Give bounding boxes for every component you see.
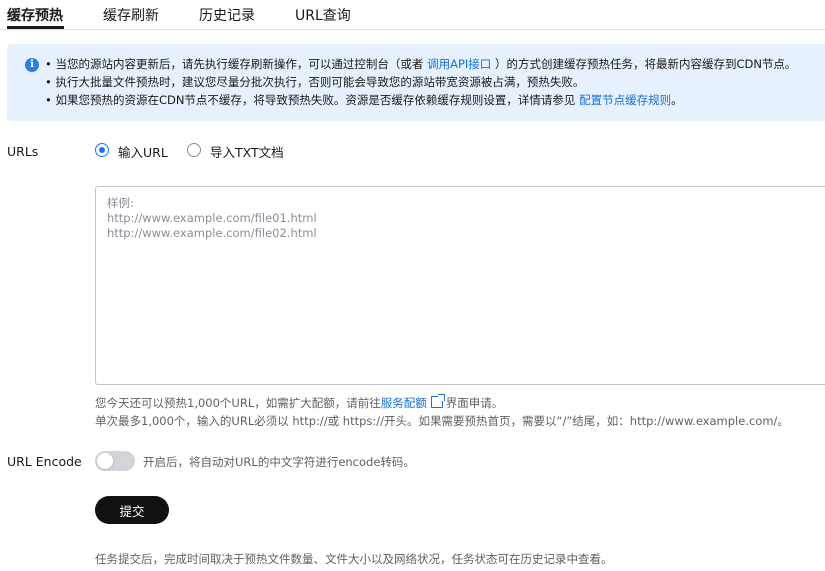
submit-button[interactable]: 提交 bbox=[95, 496, 169, 524]
url-encode-toggle[interactable] bbox=[95, 451, 135, 471]
toggle-knob bbox=[97, 453, 113, 469]
cdn-cache-preheat-page: 缓存预热 缓存刷新 历史记录 URL查询 i • 当您的源站内容更新后，请先执行… bbox=[0, 0, 825, 571]
tab-cache-preheat[interactable]: 缓存预热 bbox=[7, 5, 63, 25]
url-textarea[interactable] bbox=[95, 186, 825, 385]
url-format-hint: 单次最多1,000个，输入的URL必须以 http://或 https://开头… bbox=[95, 414, 789, 428]
task-note: 任务提交后，完成时间取决于预热文件数量、文件大小以及网络状况，任务状态可在历史记… bbox=[95, 552, 613, 566]
banner-line-2: • 执行大批量文件预热时，建议您尽量分批次执行，否则可能会导致您的源站带宽资源被… bbox=[45, 75, 585, 89]
banner-line-1: • 当您的源站内容更新后，请先执行缓存刷新操作，可以通过控制台（或者 调用API… bbox=[45, 56, 796, 72]
external-link-icon[interactable] bbox=[430, 394, 445, 408]
tab-history[interactable]: 历史记录 bbox=[199, 5, 255, 25]
tab-url-query[interactable]: URL查询 bbox=[295, 5, 351, 25]
tab-bar: 缓存预热 缓存刷新 历史记录 URL查询 bbox=[0, 0, 825, 30]
urls-label: URLs bbox=[7, 144, 39, 159]
banner-line-3-text: • 如果您预热的资源在CDN节点不缓存，将导致预热失败。资源是否缓存依赖缓存规则… bbox=[45, 93, 580, 107]
tab-cache-refresh[interactable]: 缓存刷新 bbox=[103, 5, 159, 25]
cache-rules-link[interactable]: 配置节点缓存规则 bbox=[579, 93, 671, 107]
banner-line-1-text: • 当您的源站内容更新后，请先执行缓存刷新操作，可以通过控制台（或者 bbox=[45, 57, 428, 71]
active-tab-indicator bbox=[7, 26, 64, 29]
url-encode-description: 开启后，将自动对URL的中文字符进行encode转码。 bbox=[143, 455, 415, 469]
quota-hint: 您今天还可以预热1,000个URL，如需扩大配额，请前往服务配额 界面申请。 bbox=[95, 394, 504, 411]
radio-import-txt-label: 导入TXT文档 bbox=[210, 145, 284, 160]
radio-unchecked-icon bbox=[187, 143, 201, 157]
banner-line-3-tail: 。 bbox=[671, 93, 683, 107]
url-encode-label: URL Encode bbox=[7, 454, 82, 469]
radio-checked-icon bbox=[95, 143, 109, 157]
quota-hint-text: 您今天还可以预热1,000个URL，如需扩大配额，请前往 bbox=[95, 396, 381, 410]
info-banner: i • 当您的源站内容更新后，请先执行缓存刷新操作，可以通过控制台（或者 调用A… bbox=[7, 44, 825, 121]
banner-line-1-tail: ）的方式创建缓存预热任务，将最新内容缓存到CDN节点。 bbox=[491, 57, 797, 71]
call-api-link[interactable]: 调用API接口 bbox=[427, 57, 491, 71]
quota-hint-tail: 界面申请。 bbox=[445, 396, 504, 410]
radio-input-url-label: 输入URL bbox=[118, 145, 168, 160]
service-quota-link[interactable]: 服务配额 bbox=[381, 396, 427, 410]
info-icon: i bbox=[25, 58, 39, 72]
banner-line-3: • 如果您预热的资源在CDN节点不缓存，将导致预热失败。资源是否缓存依赖缓存规则… bbox=[45, 92, 683, 108]
